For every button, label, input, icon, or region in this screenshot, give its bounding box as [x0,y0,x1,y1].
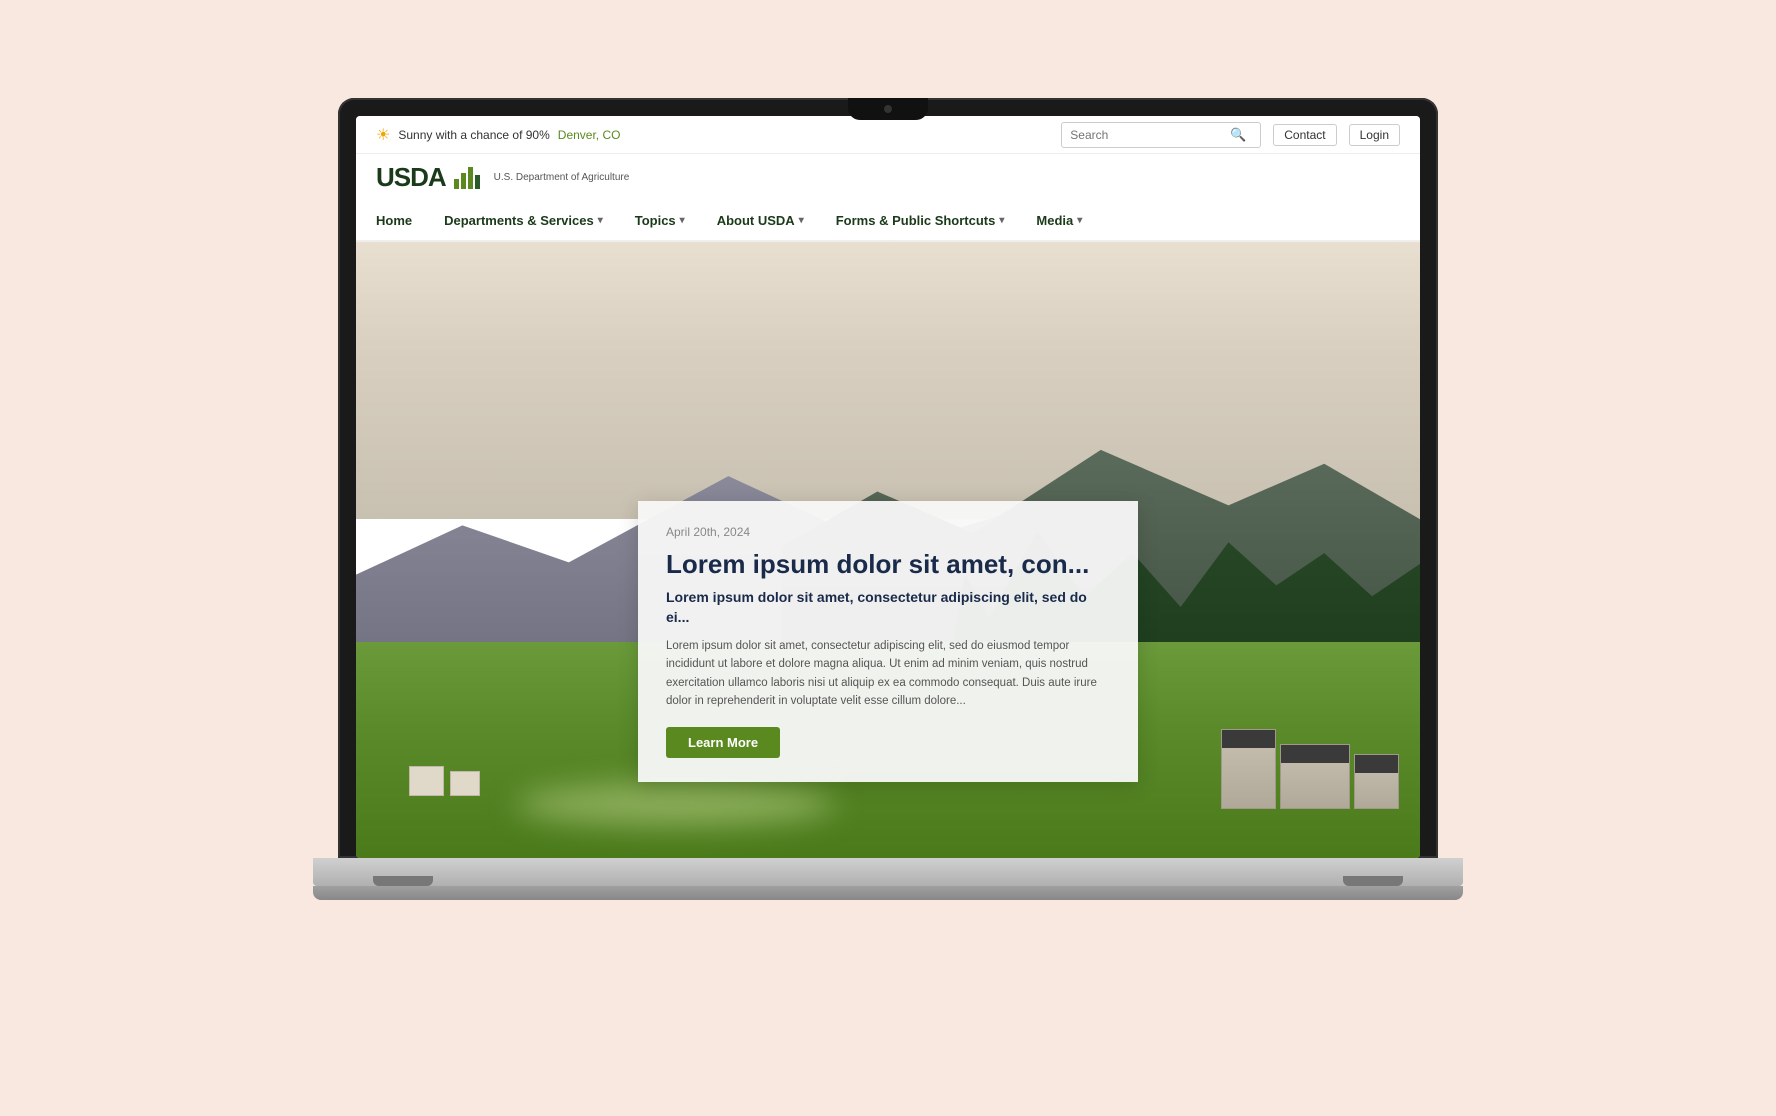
small-house-2 [450,771,480,796]
nav-item-about[interactable]: About USDA ▾ [701,200,820,240]
sky-layer [356,242,1420,519]
usda-logo-text: USDA [376,162,446,193]
nav-item-departments[interactable]: Departments & Services ▾ [428,200,619,240]
media-chevron-icon: ▾ [1077,215,1082,226]
roof-2 [1281,745,1349,763]
laptop-notch [848,98,928,120]
search-bar[interactable]: 🔍 [1061,122,1261,148]
laptop-base [313,858,1463,886]
logo-bar-1 [454,179,459,189]
card-title: Lorem ipsum dolor sit amet, con... [666,549,1110,580]
search-contact-section: 🔍 Contact Login [1061,122,1400,148]
nav-forms-label: Forms & Public Shortcuts [836,213,996,228]
agency-name: U.S. Department of Agriculture [494,172,630,183]
logo-section[interactable]: USDA U.S. Department of Agriculture [376,162,629,193]
building-3 [1354,754,1399,809]
logo-bar-4 [475,175,480,189]
building-1 [1221,729,1276,809]
logo-bars [454,165,480,189]
about-chevron-icon: ▾ [799,215,804,226]
nav-item-media[interactable]: Media ▾ [1020,200,1098,240]
card-body-text: Lorem ipsum dolor sit amet, consectetur … [666,637,1110,711]
card-date: April 20th, 2024 [666,525,1110,539]
small-house-1 [409,766,444,796]
hero-content-card: April 20th, 2024 Lorem ipsum dolor sit a… [638,501,1138,782]
nav-topics-label: Topics [635,213,676,228]
utility-bar: ☀ Sunny with a chance of 90% Denver, CO … [356,116,1420,154]
weather-section: ☀ Sunny with a chance of 90% Denver, CO [376,125,620,145]
laptop-hinge [313,886,1463,900]
logo-bar-2 [461,173,466,189]
website: ☀ Sunny with a chance of 90% Denver, CO … [356,116,1420,858]
login-button[interactable]: Login [1349,124,1400,146]
topics-chevron-icon: ▾ [680,215,685,226]
laptop-foot-right [1343,876,1403,886]
nav-item-forms[interactable]: Forms & Public Shortcuts ▾ [820,200,1021,240]
nav-departments-label: Departments & Services [444,213,594,228]
building-2 [1280,744,1350,809]
nav-home-label: Home [376,213,412,228]
laptop-screen-outer: ☀ Sunny with a chance of 90% Denver, CO … [338,98,1438,858]
card-subtitle: Lorem ipsum dolor sit amet, consectetur … [666,588,1110,627]
laptop-screen-inner: ☀ Sunny with a chance of 90% Denver, CO … [356,116,1420,858]
logo-bar-3 [468,167,473,189]
roof-3 [1355,755,1398,773]
buildings-right [1221,729,1399,809]
laptop-shell: ☀ Sunny with a chance of 90% Denver, CO … [288,98,1488,1018]
laptop-foot-left [373,876,433,886]
learn-more-button[interactable]: Learn More [666,727,780,758]
weather-icon: ☀ [376,125,390,145]
weather-location: Denver, CO [558,128,621,142]
search-icon: 🔍 [1230,127,1246,143]
field-light [516,783,835,826]
nav-about-label: About USDA [717,213,795,228]
main-nav: Home Departments & Services ▾ Topics ▾ A… [356,200,1420,242]
buildings-left [409,766,480,796]
roof-1 [1222,730,1275,748]
weather-text: Sunny with a chance of 90% [398,128,549,142]
departments-chevron-icon: ▾ [598,215,603,226]
hero-section: April 20th, 2024 Lorem ipsum dolor sit a… [356,242,1420,858]
nav-media-label: Media [1036,213,1073,228]
nav-item-home[interactable]: Home [376,200,428,240]
search-input[interactable] [1070,128,1230,142]
site-header: USDA U.S. Department of Agriculture [356,154,1420,200]
contact-button[interactable]: Contact [1273,124,1336,146]
forms-chevron-icon: ▾ [999,215,1004,226]
nav-item-topics[interactable]: Topics ▾ [619,200,701,240]
laptop-camera [884,105,892,113]
